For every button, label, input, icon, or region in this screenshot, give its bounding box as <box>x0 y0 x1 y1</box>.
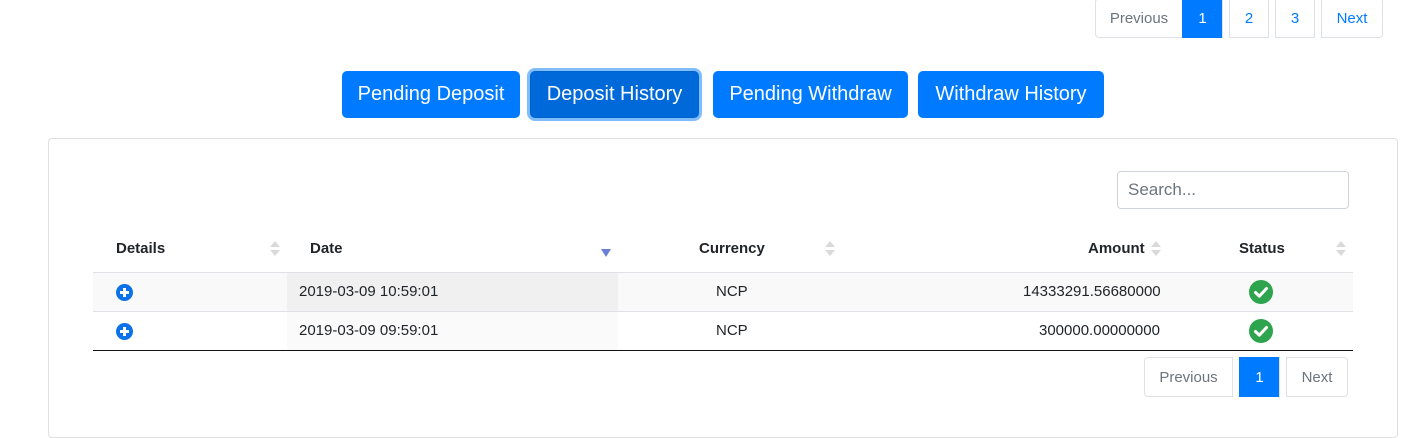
top-previous-button[interactable]: Previous <box>1095 0 1183 38</box>
bottom-pagination: Previous 1 Next <box>1144 357 1348 397</box>
column-header-amount[interactable]: Amount <box>1088 240 1145 257</box>
top-page-1-button[interactable]: 1 <box>1182 0 1223 38</box>
column-header-currency[interactable]: Currency <box>699 240 765 257</box>
column-header-date[interactable]: Date <box>310 240 343 257</box>
top-next-button[interactable]: Next <box>1321 0 1383 38</box>
bottom-page-1-button[interactable]: 1 <box>1239 357 1280 397</box>
column-header-status[interactable]: Status <box>1239 240 1285 257</box>
top-page-2-button[interactable]: 2 <box>1229 0 1269 38</box>
row-date: 2019-03-09 09:59:01 <box>299 322 439 339</box>
bottom-previous-button[interactable]: Previous <box>1144 357 1233 397</box>
expand-details-icon[interactable] <box>116 323 133 340</box>
tab-withdraw-history[interactable]: Withdraw History <box>918 71 1104 118</box>
sort-icon[interactable] <box>1151 241 1161 257</box>
top-pagination: Previous 1 2 3 Next <box>1095 0 1383 38</box>
search-input[interactable] <box>1117 171 1349 209</box>
expand-details-icon[interactable] <box>116 284 133 301</box>
sort-desc-icon[interactable] <box>601 249 611 257</box>
history-tabs: Pending Deposit Deposit History Pending … <box>0 71 1417 118</box>
row-currency: NCP <box>716 322 748 339</box>
table-bottom-border <box>93 350 1353 351</box>
row-amount: 14333291.56680000 <box>1023 283 1161 300</box>
tab-pending-withdraw[interactable]: Pending Withdraw <box>713 71 908 118</box>
bottom-next-button[interactable]: Next <box>1286 357 1348 397</box>
tab-pending-deposit[interactable]: Pending Deposit <box>342 71 520 118</box>
row-amount: 300000.00000000 <box>1039 322 1160 339</box>
top-page-3-button[interactable]: 3 <box>1275 0 1315 38</box>
check-circle-icon <box>1249 319 1273 343</box>
tab-deposit-history[interactable]: Deposit History <box>530 71 699 118</box>
column-header-details[interactable]: Details <box>116 240 165 257</box>
check-circle-icon <box>1249 280 1273 304</box>
row-date: 2019-03-09 10:59:01 <box>299 283 439 300</box>
sort-icon[interactable] <box>825 241 835 257</box>
sort-icon[interactable] <box>1336 241 1346 257</box>
table-row: 2019-03-09 10:59:01 NCP 14333291.5668000… <box>93 273 1353 311</box>
sort-icon[interactable] <box>270 241 280 257</box>
table-row: 2019-03-09 09:59:01 NCP 300000.00000000 <box>93 312 1353 350</box>
row-currency: NCP <box>716 283 748 300</box>
